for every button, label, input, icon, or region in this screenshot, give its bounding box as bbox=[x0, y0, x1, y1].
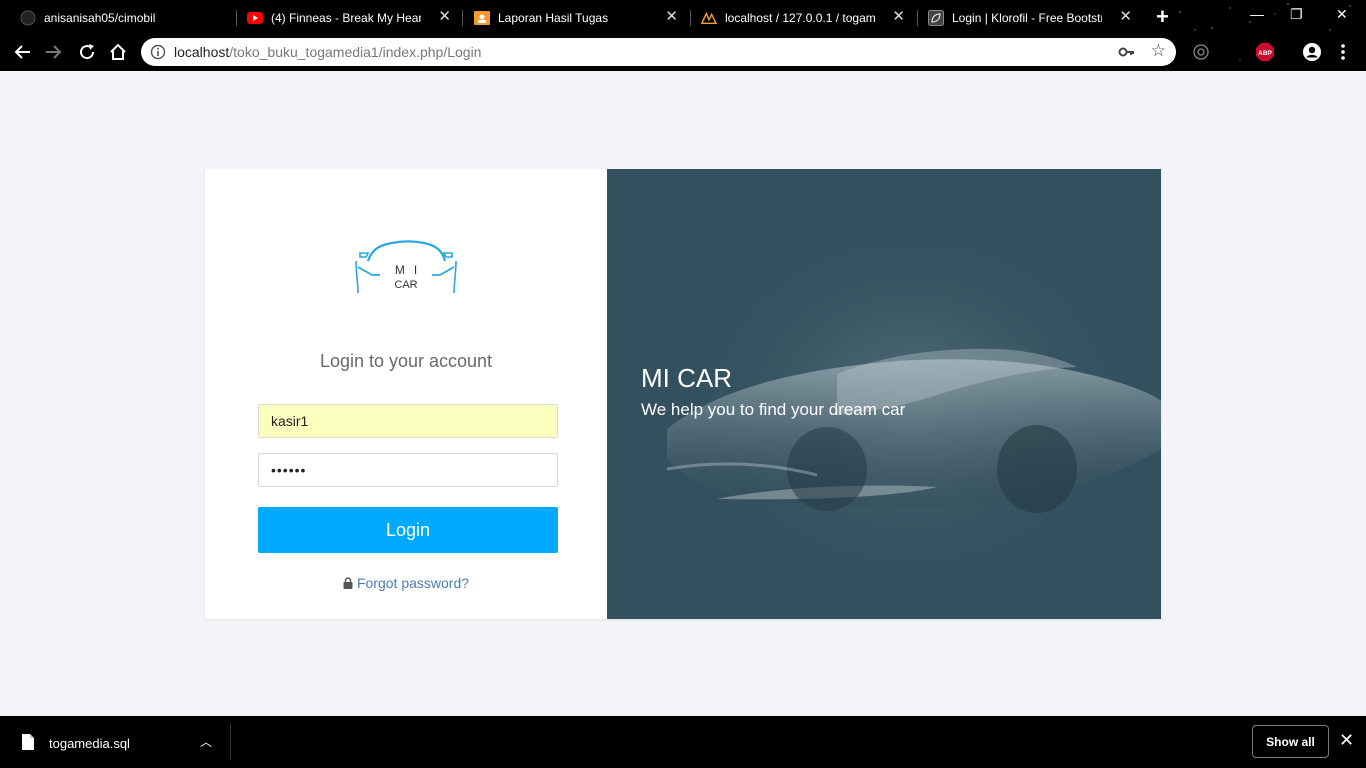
chevron-up-icon[interactable]: ︿ bbox=[200, 733, 212, 750]
bookmark-star-icon[interactable]: ☆ bbox=[1151, 42, 1166, 60]
login-heading: Login to your account bbox=[319, 351, 493, 371]
key-icon[interactable] bbox=[1118, 44, 1136, 60]
close-icon[interactable]: ✕ bbox=[665, 9, 678, 25]
logo-text-car: CAR bbox=[394, 279, 418, 291]
tab-title: Login | Klorofil - Free Bootstrap bbox=[952, 11, 1102, 25]
tab-title: Laporan Hasil Tugas bbox=[498, 11, 609, 25]
tab-separator bbox=[917, 10, 918, 26]
arrow-left-icon bbox=[14, 45, 30, 59]
home-icon bbox=[110, 43, 126, 60]
info-icon[interactable] bbox=[150, 44, 166, 60]
minimize-icon[interactable]: — bbox=[1250, 6, 1264, 22]
leaf-icon bbox=[928, 10, 944, 26]
close-icon[interactable]: ✕ bbox=[1119, 9, 1132, 25]
tab-github[interactable]: anisanisah05/cimobil bbox=[20, 4, 230, 32]
hero-panel: MI CAR We help you to find your dream ca… bbox=[607, 169, 1161, 619]
download-file-name[interactable]: togamedia.sql bbox=[49, 736, 130, 751]
tab-klorofil[interactable]: Login | Klorofil - Free Bootstrap ✕ bbox=[928, 4, 1138, 32]
close-icon[interactable]: ✕ bbox=[1339, 730, 1354, 751]
username-input[interactable]: kasir1 bbox=[258, 404, 558, 438]
tab-strip: anisanisah05/cimobil (4) Finneas - Break… bbox=[0, 0, 1366, 34]
close-window-icon[interactable]: ✕ bbox=[1336, 6, 1348, 23]
url-host: localhost bbox=[174, 44, 230, 60]
reload-icon bbox=[80, 44, 95, 60]
profile-avatar-icon[interactable] bbox=[1302, 42, 1322, 62]
phpmyadmin-icon bbox=[701, 10, 717, 26]
mi-car-logo: MI CAR bbox=[350, 237, 462, 297]
tab-phpmyadmin[interactable]: localhost / 127.0.0.1 / togamed ✕ bbox=[701, 4, 911, 32]
show-all-button[interactable]: Show all bbox=[1252, 725, 1329, 758]
extension-icon[interactable] bbox=[1191, 42, 1211, 62]
tab-separator bbox=[690, 10, 691, 26]
svg-text:ABP: ABP bbox=[1258, 50, 1272, 57]
github-icon bbox=[20, 10, 36, 26]
tab-separator bbox=[462, 10, 463, 26]
url-path: /toko_buku_togamedia1/index.php/Login bbox=[229, 44, 482, 60]
url-text: localhost/toko_buku_togamedia1/index.php… bbox=[174, 44, 481, 60]
car-silhouette-image bbox=[607, 169, 1161, 619]
forgot-password-label: Forgot password? bbox=[356, 575, 470, 591]
download-bar: togamedia.sql ︿ Show all ✕ bbox=[0, 716, 1366, 768]
close-icon[interactable]: ✕ bbox=[438, 9, 451, 25]
tab-youtube[interactable]: (4) Finneas - Break My Heart A ✕ bbox=[247, 4, 457, 32]
youtube-icon bbox=[247, 10, 263, 26]
logo-text-mi: MI bbox=[394, 263, 427, 277]
arrow-right-icon bbox=[46, 45, 62, 59]
tab-title: anisanisah05/cimobil bbox=[44, 11, 156, 25]
adblock-plus-icon[interactable]: ABP bbox=[1255, 42, 1275, 62]
new-tab-button[interactable]: + bbox=[1156, 6, 1169, 28]
login-card: MI CAR Login to your account kasir1 ••••… bbox=[205, 169, 1161, 619]
classroom-icon bbox=[474, 10, 490, 26]
address-bar[interactable]: localhost/toko_buku_togamedia1/index.php… bbox=[141, 38, 1176, 66]
kebab-menu-icon[interactable] bbox=[1333, 42, 1353, 62]
home-button[interactable] bbox=[106, 40, 130, 64]
hero-brand-title: MI CAR bbox=[641, 363, 732, 393]
forward-button[interactable] bbox=[42, 40, 66, 64]
login-button[interactable]: Login bbox=[258, 507, 558, 553]
hero-tagline: We help you to find your dream car bbox=[641, 400, 906, 419]
close-icon[interactable]: ✕ bbox=[892, 9, 905, 25]
divider bbox=[230, 724, 231, 760]
password-input[interactable]: •••••• bbox=[258, 453, 558, 487]
reload-button[interactable] bbox=[75, 40, 99, 64]
back-button[interactable] bbox=[10, 40, 34, 64]
tab-classroom[interactable]: Laporan Hasil Tugas ✕ bbox=[474, 4, 684, 32]
restore-icon[interactable]: ❐ bbox=[1290, 6, 1303, 23]
login-panel: MI CAR Login to your account kasir1 ••••… bbox=[205, 169, 607, 619]
lock-icon bbox=[343, 577, 353, 589]
tab-separator bbox=[236, 10, 237, 26]
forgot-password-link[interactable]: Forgot password? bbox=[205, 575, 607, 591]
tab-title: (4) Finneas - Break My Heart A bbox=[271, 11, 421, 25]
browser-chrome: anisanisah05/cimobil (4) Finneas - Break… bbox=[0, 0, 1366, 71]
tab-title: localhost / 127.0.0.1 / togamed bbox=[725, 11, 875, 25]
file-icon bbox=[22, 734, 34, 750]
